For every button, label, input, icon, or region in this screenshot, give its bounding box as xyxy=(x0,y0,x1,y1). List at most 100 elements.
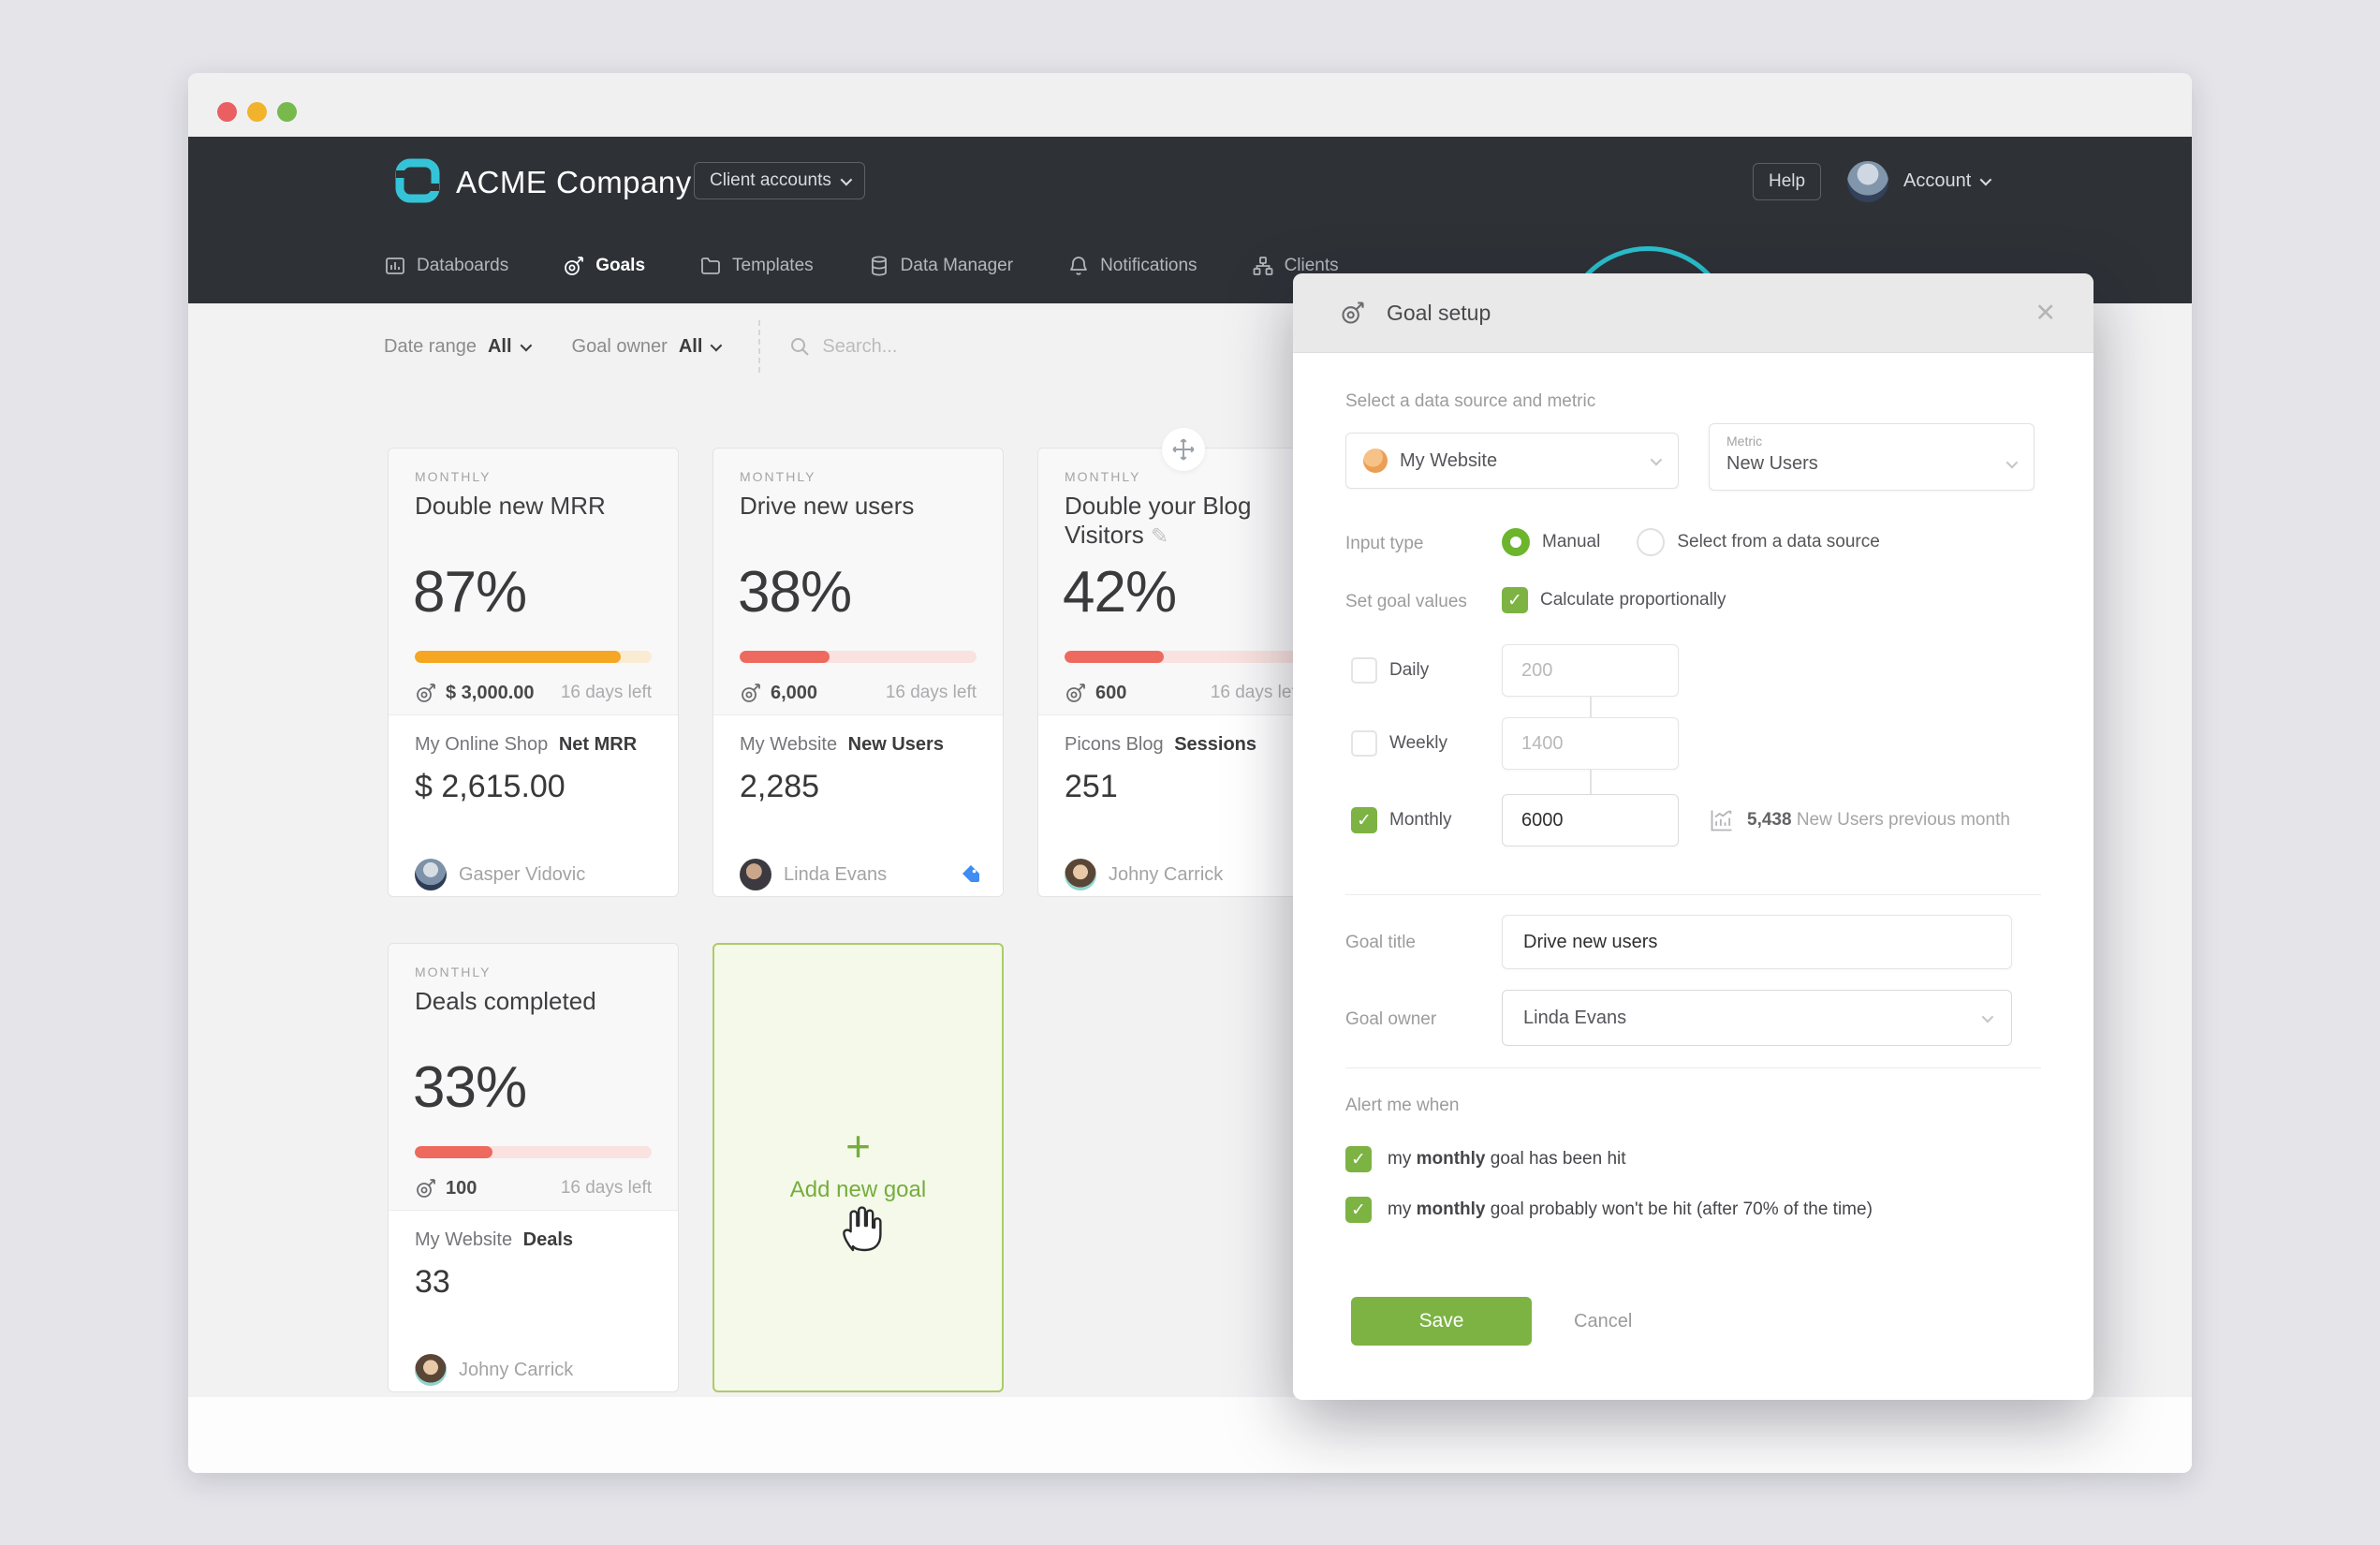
goal-card-drive-new-users[interactable]: MONTHLY Drive new users 38% 6,000 16 day… xyxy=(713,448,1004,897)
weekly-checkbox[interactable] xyxy=(1351,730,1377,757)
current-value: 33 xyxy=(415,1264,450,1300)
weekly-value-input[interactable] xyxy=(1502,717,1679,770)
goal-owner-dropdown[interactable]: Linda Evans xyxy=(1502,990,2012,1046)
screen: ACME Company Client accounts Help Accoun… xyxy=(0,0,2380,1545)
goal-card-double-new-mrr[interactable]: MONTHLY Double new MRR 87% $ 3,000.00 16… xyxy=(388,448,679,897)
chevron-down-icon xyxy=(1981,1010,1994,1023)
daily-value-input[interactable] xyxy=(1502,644,1679,697)
metric-row: Picons Blog Sessions xyxy=(1065,734,1256,756)
nav-databoards[interactable]: Databoards xyxy=(384,255,508,277)
cancel-button[interactable]: Cancel xyxy=(1574,1297,1632,1346)
calculate-checkbox[interactable]: ✓ xyxy=(1502,587,1528,613)
data-source-dropdown[interactable]: My Website xyxy=(1345,433,1679,489)
help-button[interactable]: Help xyxy=(1753,163,1822,200)
target-icon xyxy=(742,684,760,702)
owner-avatar xyxy=(1065,859,1096,890)
goal-title-input[interactable] xyxy=(1502,915,2012,969)
days-left: 16 days left xyxy=(560,683,652,702)
nav-label: Databoards xyxy=(417,256,509,275)
input-type-radios: Manual Select from a data source xyxy=(1502,528,1880,556)
help-label: Help xyxy=(1769,171,1806,191)
databoards-icon xyxy=(386,258,404,274)
days-left: 16 days left xyxy=(560,1178,652,1198)
add-new-goal-card[interactable]: + Add new goal xyxy=(713,943,1004,1392)
edit-icon[interactable]: ✎ xyxy=(1151,523,1168,548)
main-nav: Databoards Goals Templates Data Manager … xyxy=(384,245,1339,287)
alert-miss-checkbox[interactable]: ✓ xyxy=(1345,1197,1372,1223)
progress-bar xyxy=(415,651,652,663)
search-icon xyxy=(791,338,810,356)
account-menu[interactable]: Account xyxy=(1903,170,1992,192)
goal-owner-value: Linda Evans xyxy=(1523,1007,1627,1028)
tag-icon[interactable] xyxy=(960,863,982,886)
metric-value: New Users xyxy=(1726,453,1818,474)
account-label: Account xyxy=(1903,170,1972,191)
progress-bar xyxy=(1065,651,1301,663)
owner-avatar xyxy=(415,1354,447,1386)
monthly-label: Monthly xyxy=(1389,810,1452,830)
owner-row: Gasper Vidovic xyxy=(415,859,657,890)
acme-logo-icon xyxy=(395,158,440,203)
nav-notifications[interactable]: Notifications xyxy=(1067,255,1197,277)
data-source-name: My Online Shop xyxy=(415,734,549,755)
owner-name: Gasper Vidovic xyxy=(459,863,586,885)
daily-checkbox[interactable] xyxy=(1351,657,1377,684)
plus-icon: + xyxy=(845,1122,871,1170)
nav-label: Notifications xyxy=(1100,256,1197,275)
progress-percent: 38% xyxy=(738,560,852,625)
client-accounts-dropdown[interactable]: Client accounts xyxy=(694,162,865,199)
data-source-name: My Website xyxy=(740,734,838,755)
nav-data-manager[interactable]: Data Manager xyxy=(868,255,1013,277)
search-box xyxy=(788,335,1029,358)
maximize-window-button[interactable] xyxy=(277,102,297,122)
drag-handle[interactable] xyxy=(1161,428,1205,471)
current-value: 2,285 xyxy=(740,769,820,804)
target-icon xyxy=(1342,302,1364,324)
progress-percent: 87% xyxy=(413,560,527,625)
close-window-button[interactable] xyxy=(217,102,237,122)
alert-row-goal-hit: ✓ my monthly goal has been hit xyxy=(1345,1146,1626,1172)
progress-fill xyxy=(740,651,830,663)
divider xyxy=(1345,1067,2041,1068)
minimize-window-button[interactable] xyxy=(247,102,267,122)
metric-row: My Website Deals xyxy=(415,1229,573,1251)
goal-card-double-blog-visitors[interactable]: MONTHLY Double your Blog Visitors ✎ 42% … xyxy=(1037,428,1329,897)
metric-dropdown[interactable]: Metric New Users xyxy=(1709,423,2035,491)
date-range-filter[interactable]: Date range All xyxy=(384,335,532,358)
calculate-label: Calculate proportionally xyxy=(1540,590,1726,610)
close-icon[interactable]: ✕ xyxy=(2035,299,2056,328)
current-value: 251 xyxy=(1065,769,1118,804)
goal-card-deals-completed[interactable]: MONTHLY Deals completed 33% 100 16 days … xyxy=(388,943,679,1392)
account-avatar[interactable] xyxy=(1847,161,1888,202)
metric-name: New Users xyxy=(847,734,944,755)
monthly-row: ✓ Monthly xyxy=(1351,807,1452,833)
target-icon xyxy=(1066,684,1085,702)
goal-setup-modal: Goal setup ✕ Select a data source and me… xyxy=(1293,273,2094,1400)
goal-owner-filter[interactable]: Goal owner All xyxy=(572,336,723,358)
nav-templates[interactable]: Templates xyxy=(699,255,814,277)
data-source-name: Picons Blog xyxy=(1065,734,1164,755)
nav-label: Data Manager xyxy=(900,256,1014,275)
clients-icon xyxy=(1253,257,1272,275)
monthly-value-input[interactable] xyxy=(1502,794,1679,846)
divider xyxy=(1345,894,2041,895)
monthly-checkbox[interactable]: ✓ xyxy=(1351,807,1377,833)
date-range-label: Date range xyxy=(384,335,477,357)
templates-icon xyxy=(700,258,720,274)
weekly-row: Weekly xyxy=(1351,730,1447,757)
data-source-value: My Website xyxy=(1400,449,1498,471)
progress-percent: 42% xyxy=(1063,560,1177,625)
save-button[interactable]: Save xyxy=(1351,1297,1532,1346)
days-left: 16 days left xyxy=(1210,683,1301,702)
client-accounts-label: Client accounts xyxy=(710,170,831,190)
search-input[interactable] xyxy=(822,335,1029,358)
progress-bar xyxy=(415,1146,652,1158)
previous-month-text: New Users previous month xyxy=(1796,810,2010,830)
alert-hit-checkbox[interactable]: ✓ xyxy=(1345,1146,1372,1172)
radio-manual[interactable] xyxy=(1502,528,1530,556)
chevron-down-icon xyxy=(710,339,723,351)
progress-percent: 33% xyxy=(413,1055,527,1120)
owner-name: Johny Carrick xyxy=(459,1359,574,1380)
radio-data-source[interactable] xyxy=(1637,528,1666,556)
nav-goals[interactable]: Goals xyxy=(563,255,645,277)
